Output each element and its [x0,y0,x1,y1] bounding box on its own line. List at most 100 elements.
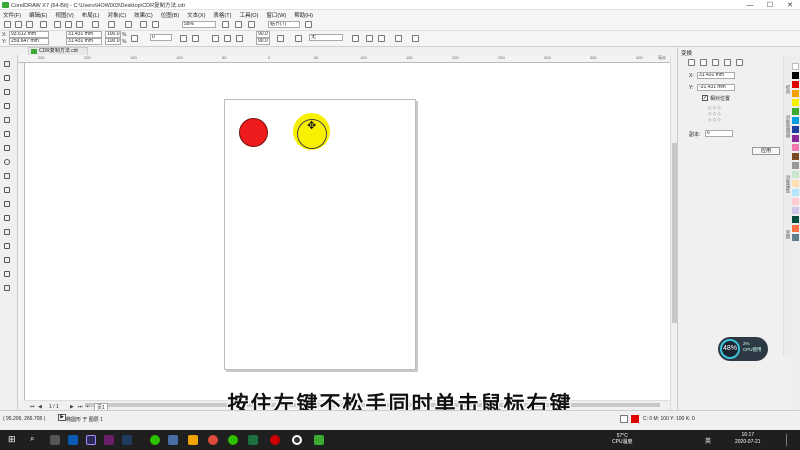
vertical-scrollbar[interactable] [670,55,677,410]
clock[interactable]: 16:17 2020-07-21 [735,432,761,446]
height-input[interactable]: 31.431 mm [66,38,102,45]
crop-tool-icon[interactable] [4,89,12,97]
after-effects-icon[interactable] [122,435,132,445]
text-tool-icon[interactable] [4,187,12,195]
palette-swatch[interactable] [792,144,799,151]
adobe-app-icon[interactable] [104,435,114,445]
rotate-mode-icon[interactable] [700,59,707,66]
cpu-monitor-widget[interactable]: 48% 2% CPU使用 [718,337,768,361]
vs-icon[interactable] [168,435,178,445]
wrap-text-icon[interactable] [366,35,373,42]
search-icon[interactable] [125,21,132,28]
zoom-tool-icon[interactable] [4,103,12,111]
menu-text[interactable]: 文本(X) [187,11,205,19]
color-eyedropper-icon[interactable] [4,257,12,265]
recorder-icon[interactable] [270,435,280,445]
polygon-tool-icon[interactable] [4,173,12,181]
mirror-horizontal-icon[interactable] [180,35,187,42]
save-icon[interactable] [26,21,33,28]
grid-icon[interactable] [248,21,255,28]
windows-start-icon[interactable]: ⊞ [8,434,18,444]
horizontal-ruler[interactable]: 250 200 150 100 50 0 50 100 150 200 250 … [18,55,670,63]
minimize-button[interactable]: — [740,0,760,10]
rectangle-tool-icon[interactable] [4,145,12,153]
cut-icon[interactable] [54,21,61,28]
arc-icon[interactable] [236,35,243,42]
coreldraw-taskbar-icon[interactable] [314,435,324,445]
play-icon[interactable]: ▶ [58,414,66,421]
palette-swatch[interactable] [792,180,799,187]
direction-icon[interactable] [277,35,284,42]
vertical-ruler[interactable] [18,63,25,400]
y-position-input[interactable]: 259.647 mm [9,38,49,45]
relative-position-checkbox[interactable]: ✓ [702,95,708,101]
maximize-button[interactable]: ☐ [760,0,780,10]
outline-pen-icon[interactable] [295,35,302,42]
rotation-angle-input[interactable]: 0 [150,34,172,41]
palette-swatch[interactable] [792,126,799,133]
transform-y-input[interactable]: -31.431 mm [697,84,735,91]
close-button[interactable]: ✕ [780,0,800,10]
menu-help[interactable]: 帮助(H) [294,11,313,19]
menu-bitmaps[interactable]: 位图(B) [161,11,179,19]
apply-button[interactable]: 应用 [752,147,780,155]
transform-x-input[interactable]: 31.431 mm [697,72,735,79]
folder-icon[interactable] [188,435,198,445]
palette-swatch[interactable] [792,153,799,160]
palette-swatch[interactable] [792,135,799,142]
artistic-media-tool-icon[interactable] [4,131,12,139]
undo-icon[interactable] [92,21,99,28]
chat-icon[interactable] [228,435,238,445]
print-icon[interactable] [40,21,47,28]
to-front-icon[interactable] [378,35,385,42]
palette-swatch[interactable] [792,117,799,124]
search-icon[interactable]: ⌕ [30,434,34,444]
palette-swatch[interactable] [792,72,799,79]
width-input[interactable]: 31.431 mm [66,31,102,38]
zoom-level-select[interactable]: 58% [182,21,216,28]
outline-width-select[interactable]: 无 [309,34,343,41]
palette-swatch[interactable] [792,162,799,169]
size-mode-icon[interactable] [724,59,731,66]
menu-table[interactable]: 表格(T) [213,11,231,19]
palette-swatch[interactable] [792,99,799,106]
position-mode-icon[interactable] [688,59,695,66]
palette-swatch[interactable] [792,207,799,214]
menu-object[interactable]: 对象(C) [107,11,126,19]
scale-width-input[interactable]: 100.0 [105,31,121,38]
import-icon[interactable] [140,21,147,28]
drop-shadow-tool-icon[interactable] [4,229,12,237]
redo-icon[interactable] [108,21,115,28]
interactive-fill-icon[interactable] [4,271,12,279]
copy-icon[interactable] [65,21,72,28]
freehand-tool-icon[interactable] [4,117,12,125]
rulers-icon[interactable] [235,21,242,28]
convert-curves-icon[interactable] [352,35,359,42]
smart-fill-icon[interactable] [4,285,12,293]
media-player-icon[interactable] [292,435,302,445]
palette-swatch[interactable] [792,225,799,232]
document-page[interactable]: ✥ [224,99,416,370]
palette-swatch[interactable] [792,81,799,88]
end-angle-input[interactable]: 90.0 [256,38,270,45]
scale-height-input[interactable]: 100.0 [105,38,121,45]
excel-icon[interactable] [248,435,258,445]
palette-swatch[interactable] [792,189,799,196]
start-angle-input[interactable]: 90.0 [256,31,270,38]
pie-icon[interactable] [224,35,231,42]
palette-swatch[interactable] [792,171,799,178]
menu-file[interactable]: 文件(F) [3,11,21,19]
full-screen-icon[interactable] [222,21,229,28]
palette-swatch[interactable] [792,90,799,97]
paste-icon[interactable] [76,21,83,28]
menu-tools[interactable]: 工具(O) [239,11,258,19]
task-view-icon[interactable] [50,435,60,445]
transparency-tool-icon[interactable] [4,243,12,251]
snap-to-dropdown[interactable]: 贴齐(T) [268,21,300,28]
menu-edit[interactable]: 编辑(E) [29,11,47,19]
wechat-icon[interactable] [150,435,160,445]
chrome-icon[interactable] [208,435,218,445]
mirror-vertical-icon[interactable] [192,35,199,42]
palette-swatch[interactable] [792,198,799,205]
red-circle[interactable] [239,118,268,147]
